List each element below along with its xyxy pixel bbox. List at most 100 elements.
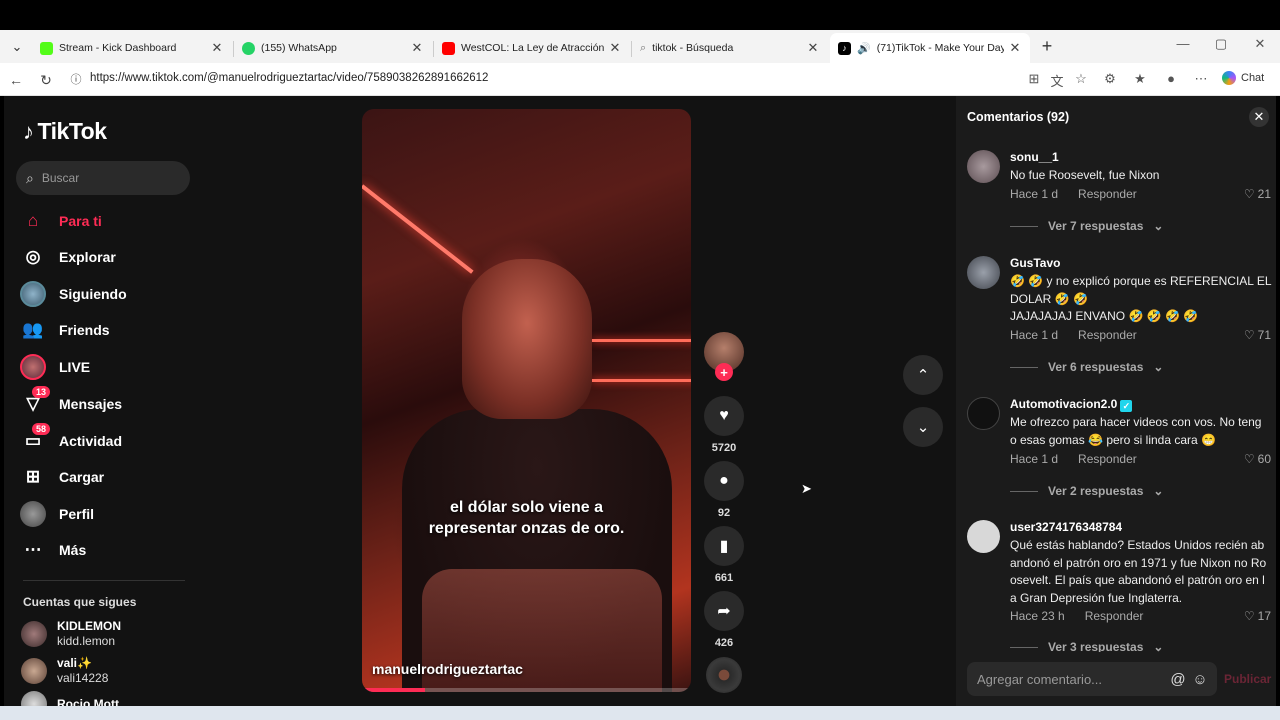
copilot-chat-button[interactable]: Chat <box>1222 71 1264 85</box>
favorites-icon[interactable]: ★ <box>1131 71 1149 87</box>
emoji-icon[interactable]: ☺ <box>1189 671 1211 688</box>
profile-icon[interactable]: ● <box>1162 71 1180 86</box>
comment-username[interactable]: user3274176348784 <box>1010 520 1122 534</box>
comment-time: Hace 1 d <box>1010 328 1059 342</box>
comment-like-button[interactable]: ♡ 17 <box>1244 609 1271 623</box>
tab-close-icon[interactable]: ✕ <box>1008 40 1022 56</box>
minimize-button[interactable]: — <box>1168 36 1198 51</box>
tiktok-logo[interactable]: ♪ TikTok <box>23 118 107 145</box>
comment-input-box[interactable]: @ ☺ <box>967 662 1217 696</box>
nav-friends[interactable]: 👥 Friends <box>19 316 110 344</box>
avatar[interactable] <box>967 520 1000 553</box>
avatar[interactable] <box>967 397 1000 430</box>
extensions-icon[interactable]: ⚙ <box>1101 71 1119 87</box>
nav-para-ti[interactable]: ⌂ Para ti <box>19 207 102 235</box>
tiktok-favicon-icon: ♪ <box>838 41 851 55</box>
view-replies-label: Ver 3 respuestas <box>1048 640 1144 652</box>
music-disc-icon[interactable] <box>706 657 742 693</box>
nav-siguiendo[interactable]: Siguiendo <box>19 280 127 308</box>
comment-like-button[interactable]: ♡ 21 <box>1244 187 1271 201</box>
caption-line: el dólar solo viene a <box>450 499 603 516</box>
nav-cargar[interactable]: ⊞ Cargar <box>19 463 104 491</box>
comment-text: No fue Roosevelt, fue Nixon <box>1010 167 1272 185</box>
speaker-icon[interactable]: 🔊 <box>857 42 871 55</box>
nav-perfil[interactable]: Perfil <box>19 500 94 528</box>
tab-tiktok[interactable]: ♪ 🔊 (71)TikTok - Make Your Day ✕ <box>830 33 1030 63</box>
comment-input[interactable] <box>977 671 1167 687</box>
video-author[interactable]: manuelrodrigueztartac <box>372 661 523 677</box>
following-account[interactable]: vali✨ vali14228 <box>21 656 108 686</box>
tab-close-icon[interactable]: ✕ <box>210 40 224 56</box>
tab-actions-chevron-icon[interactable]: ⌄ <box>6 36 28 58</box>
comment-username[interactable]: GusTavo <box>1010 256 1060 270</box>
close-comments-button[interactable]: ✕ <box>1249 107 1269 127</box>
mention-icon[interactable]: @ <box>1167 671 1189 688</box>
reload-button[interactable]: ↻ <box>36 70 56 90</box>
comment-username[interactable]: sonu__1 <box>1010 150 1059 164</box>
video-caption: el dólar solo viene a representar onzas … <box>362 497 691 539</box>
like-button[interactable]: ♥ <box>704 396 744 436</box>
reply-button[interactable]: Responder <box>1078 187 1137 201</box>
kick-favicon-icon <box>40 41 53 55</box>
view-replies-button[interactable]: Ver 2 respuestas ⌄ <box>1010 484 1163 498</box>
url-field[interactable]: https://www.tiktok.com/@manuelrodriguezt… <box>90 72 488 84</box>
nav-explorar[interactable]: ◎ Explorar <box>19 243 116 271</box>
view-replies-button[interactable]: Ver 7 respuestas ⌄ <box>1010 219 1163 233</box>
video-player[interactable]: el dólar solo viene a representar onzas … <box>362 109 691 692</box>
following-account[interactable]: Rocio Mott <box>21 691 119 706</box>
reply-button[interactable]: Responder <box>1085 609 1144 623</box>
tab-youtube[interactable]: WestCOL: La Ley de Atracción en P ✕ <box>434 33 630 63</box>
username-text: Automotivacion2.0 <box>1010 397 1118 411</box>
tab-close-icon[interactable]: ✕ <box>608 40 622 56</box>
tab-bing-search[interactable]: ⌕ tiktok - Búsqueda ✕ <box>632 33 828 63</box>
avatar[interactable] <box>967 150 1000 183</box>
tab-whatsapp[interactable]: (155) WhatsApp ✕ <box>234 33 432 63</box>
next-video-button[interactable]: ⌄ <box>903 407 943 447</box>
comment-like-count: 21 <box>1257 187 1271 201</box>
close-window-button[interactable]: ✕ <box>1245 36 1275 52</box>
comment-like-count: 17 <box>1257 609 1271 623</box>
favorite-star-icon[interactable]: ☆ <box>1072 71 1090 87</box>
tab-kick[interactable]: Stream - Kick Dashboard ✕ <box>32 33 232 63</box>
reply-button[interactable]: Responder <box>1078 452 1137 466</box>
nav-label: LIVE <box>59 359 91 375</box>
comment-username[interactable]: Automotivacion2.0 ✓ <box>1010 397 1133 412</box>
back-button[interactable]: ← <box>6 70 26 90</box>
comment-like-button[interactable]: ♡ 60 <box>1244 452 1271 466</box>
comment-like-button[interactable]: ♡ 71 <box>1244 328 1271 342</box>
translate-icon[interactable]: 文 <box>1048 71 1066 90</box>
site-info-icon[interactable]: ⓘ <box>66 70 86 90</box>
view-replies-button[interactable]: Ver 3 respuestas ⌄ <box>1010 640 1163 652</box>
view-replies-button[interactable]: Ver 6 respuestas ⌄ <box>1010 360 1163 374</box>
avatar[interactable] <box>967 256 1000 289</box>
comment-time: Hace 23 h <box>1010 609 1065 623</box>
search-input[interactable] <box>41 171 162 185</box>
comment-button[interactable]: ● <box>704 461 744 501</box>
maximize-button[interactable]: ▢ <box>1206 36 1236 52</box>
tab-close-icon[interactable]: ✕ <box>410 40 424 56</box>
previous-video-button[interactable]: ⌃ <box>903 355 943 395</box>
nav-mas[interactable]: ⋯ Más <box>19 536 87 564</box>
following-account[interactable]: KIDLEMON kidd.lemon <box>21 619 121 649</box>
search-box[interactable]: ⌕ <box>16 161 190 195</box>
new-tab-button[interactable]: + <box>1036 35 1058 57</box>
share-count: 426 <box>714 637 734 649</box>
video-progress-bar[interactable] <box>362 688 691 692</box>
nav-label: Friends <box>59 322 110 338</box>
reply-button[interactable]: Responder <box>1078 328 1137 342</box>
comment-meta: Hace 1 d Responder <box>1010 187 1137 201</box>
tab-label: (71)TikTok - Make Your Day <box>876 42 1004 54</box>
app-available-icon[interactable]: ⊞ <box>1025 71 1043 87</box>
nav-actividad[interactable]: ▭ 58 Actividad <box>19 423 122 455</box>
save-button[interactable]: ▮ <box>704 526 744 566</box>
tab-close-icon[interactable]: ✕ <box>806 40 820 56</box>
neon-light <box>592 339 691 342</box>
publish-button[interactable]: Publicar <box>1224 672 1271 686</box>
tab-label: Stream - Kick Dashboard <box>59 42 177 54</box>
more-menu-icon[interactable]: ⋯ <box>1192 71 1210 87</box>
messages-icon: ▽ 13 <box>19 386 51 418</box>
follow-plus-button[interactable]: + <box>715 363 733 381</box>
nav-live[interactable]: LIVE <box>19 353 90 381</box>
nav-mensajes[interactable]: ▽ 13 Mensajes <box>19 386 122 418</box>
share-button[interactable]: ➦ <box>704 591 744 631</box>
